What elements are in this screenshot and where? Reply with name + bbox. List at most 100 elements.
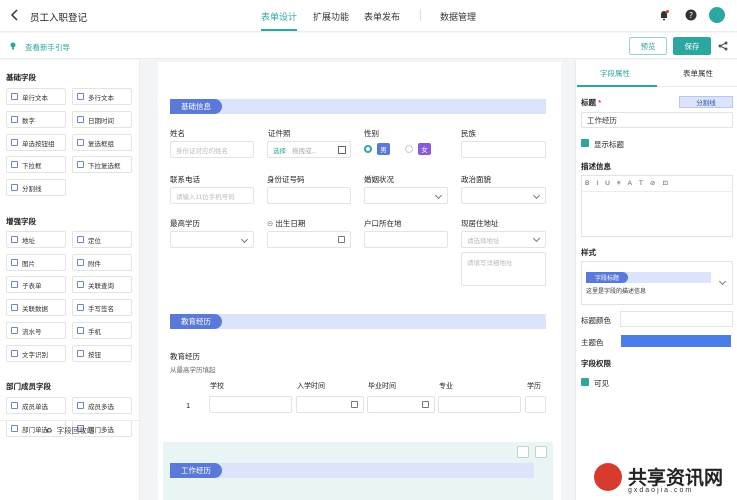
style-select[interactable] xyxy=(581,261,733,305)
field-serial-number[interactable]: 流水号 xyxy=(6,322,66,339)
field-member-single[interactable]: 成员单选 xyxy=(6,397,66,414)
back-arrow-icon[interactable] xyxy=(8,8,22,22)
save-button[interactable]: 保存 xyxy=(673,37,711,55)
cell-graduate[interactable] xyxy=(367,396,435,413)
checkbox-show-title[interactable] xyxy=(581,139,589,147)
select-marital[interactable] xyxy=(364,187,448,204)
tab-form-design[interactable]: 表单设计 xyxy=(261,10,297,23)
field-dropdown[interactable]: 下拉框 xyxy=(6,156,66,173)
field-related-query[interactable]: 关联查询 xyxy=(72,276,132,293)
watermark-logo-icon xyxy=(594,463,622,491)
qrcode-icon[interactable] xyxy=(338,146,346,154)
cell-enroll[interactable] xyxy=(296,396,364,413)
radio-female[interactable] xyxy=(405,145,413,153)
theme-color-swatch[interactable] xyxy=(621,335,731,347)
label-phone: 联系电话 xyxy=(170,175,200,184)
title-color-picker[interactable] xyxy=(620,311,733,327)
link-data-icon xyxy=(11,304,18,311)
cell-major[interactable] xyxy=(438,396,521,413)
avatar[interactable] xyxy=(709,7,725,23)
field-ocr[interactable]: 文字识别 xyxy=(6,345,66,362)
serial-icon xyxy=(11,327,18,334)
field-member-multi[interactable]: 成员多选 xyxy=(72,397,132,414)
field-multi-text[interactable]: 多行文本 xyxy=(72,88,132,105)
tab-extensions[interactable]: 扩展功能 xyxy=(313,10,349,23)
label-id-photo: 证件照 xyxy=(268,129,291,138)
copy-icon[interactable] xyxy=(517,446,529,458)
label-name: 姓名 xyxy=(170,129,185,138)
group-title-dept: 部门成员字段 xyxy=(6,382,51,391)
user-icon xyxy=(11,402,18,409)
input-nation[interactable] xyxy=(461,141,546,158)
help-icon[interactable]: ? xyxy=(685,9,697,21)
cell-degree[interactable] xyxy=(525,396,546,413)
field-image[interactable]: 图片 xyxy=(6,254,66,271)
preview-button[interactable]: 预览 xyxy=(629,37,667,55)
section-title-basic[interactable]: 基础信息 xyxy=(170,99,222,114)
upload-drag-hint: 拖拽或... xyxy=(292,147,317,155)
field-attachment[interactable]: 附件 xyxy=(72,254,132,271)
field-subform[interactable]: 子表单 xyxy=(6,276,66,293)
select-political[interactable] xyxy=(461,187,546,204)
select-education[interactable] xyxy=(170,231,254,248)
gender-male-badge: 男 xyxy=(377,143,390,155)
tab-field-props[interactable]: 字段属性 xyxy=(600,68,630,79)
bell-icon[interactable] xyxy=(658,9,670,21)
watermark-text: 共享资讯网 xyxy=(628,468,724,489)
guide-link[interactable]: 查看新手引导 xyxy=(25,42,70,53)
field-number[interactable]: 数字 xyxy=(6,111,66,128)
field-signature[interactable]: 手写签名 xyxy=(72,299,132,316)
textarea-address-detail[interactable]: 请填写详细地址 xyxy=(461,252,546,286)
input-id-number[interactable] xyxy=(267,187,351,204)
input-title[interactable]: 工作经历 xyxy=(581,112,733,128)
label-nation: 民族 xyxy=(461,129,476,138)
style-preview-desc: 这里是字段的描述信息 xyxy=(586,289,647,295)
upload-id-photo[interactable]: 选择 拖拽或... xyxy=(267,141,351,158)
upload-select-link[interactable]: 选择 xyxy=(273,145,286,155)
field-related-data[interactable]: 关联数据 xyxy=(6,299,66,316)
input-name[interactable]: 身份证对应的姓名 xyxy=(170,141,254,158)
label-address: 现居住地址 xyxy=(461,219,499,228)
field-radio-group[interactable]: 单选按钮组 xyxy=(6,134,66,151)
share-icon[interactable] xyxy=(718,41,728,51)
font-color-icon[interactable]: A xyxy=(628,180,632,187)
row-number: 1 xyxy=(186,401,191,410)
section-title-education[interactable]: 教育经历 xyxy=(170,314,222,329)
tab-form-props[interactable]: 表单属性 xyxy=(683,68,713,79)
label-theme-color: 主题色 xyxy=(581,338,604,347)
underline-icon[interactable]: U xyxy=(605,180,610,187)
bold-icon[interactable]: B xyxy=(585,180,589,187)
top-header: 员工入职登记 表单设计 扩展功能 表单发布 数据管理 ? xyxy=(0,0,737,32)
field-mobile[interactable]: 手机 xyxy=(72,322,132,339)
field-checkbox-group[interactable]: 复选框组 xyxy=(72,134,132,151)
section-bar-work xyxy=(170,463,534,478)
nav-divider xyxy=(420,9,421,21)
input-phone[interactable]: 请输入11位手机号码 xyxy=(170,187,254,204)
input-birthdate[interactable] xyxy=(267,231,351,248)
field-address[interactable]: 地址 xyxy=(6,231,66,248)
field-button[interactable]: 按钮 xyxy=(72,345,132,362)
mobile-icon xyxy=(77,327,84,334)
tab-publish[interactable]: 表单发布 xyxy=(364,10,400,23)
checkbox-visible[interactable] xyxy=(581,378,589,386)
section-title-work[interactable]: 工作经历 xyxy=(170,463,222,478)
field-single-text[interactable]: 单行文本 xyxy=(6,88,66,105)
image-icon[interactable]: ⊡ xyxy=(662,179,667,187)
cell-school[interactable] xyxy=(209,396,292,413)
input-hukou[interactable] xyxy=(364,231,448,248)
field-divider[interactable]: 分割线 xyxy=(6,179,66,196)
chevron-down-icon xyxy=(532,191,541,200)
field-datetime[interactable]: 日期时间 xyxy=(72,111,132,128)
field-recycle-bin[interactable]: ♻ 字段回收站 xyxy=(0,420,140,440)
label-show-title: 显示标题 xyxy=(594,140,624,149)
font-size-icon[interactable]: T xyxy=(639,180,643,187)
align-icon[interactable]: ≡ xyxy=(617,180,621,187)
locate-icon xyxy=(77,236,84,243)
field-location[interactable]: 定位 xyxy=(72,231,132,248)
italic-icon[interactable]: I xyxy=(596,180,598,187)
link-icon[interactable]: ⊘ xyxy=(650,179,655,187)
radio-male[interactable] xyxy=(364,145,372,153)
trash-icon[interactable] xyxy=(535,446,547,458)
field-dropdown-multi[interactable]: 下拉复选框 xyxy=(72,156,132,173)
tab-data-manage[interactable]: 数据管理 xyxy=(440,10,476,23)
